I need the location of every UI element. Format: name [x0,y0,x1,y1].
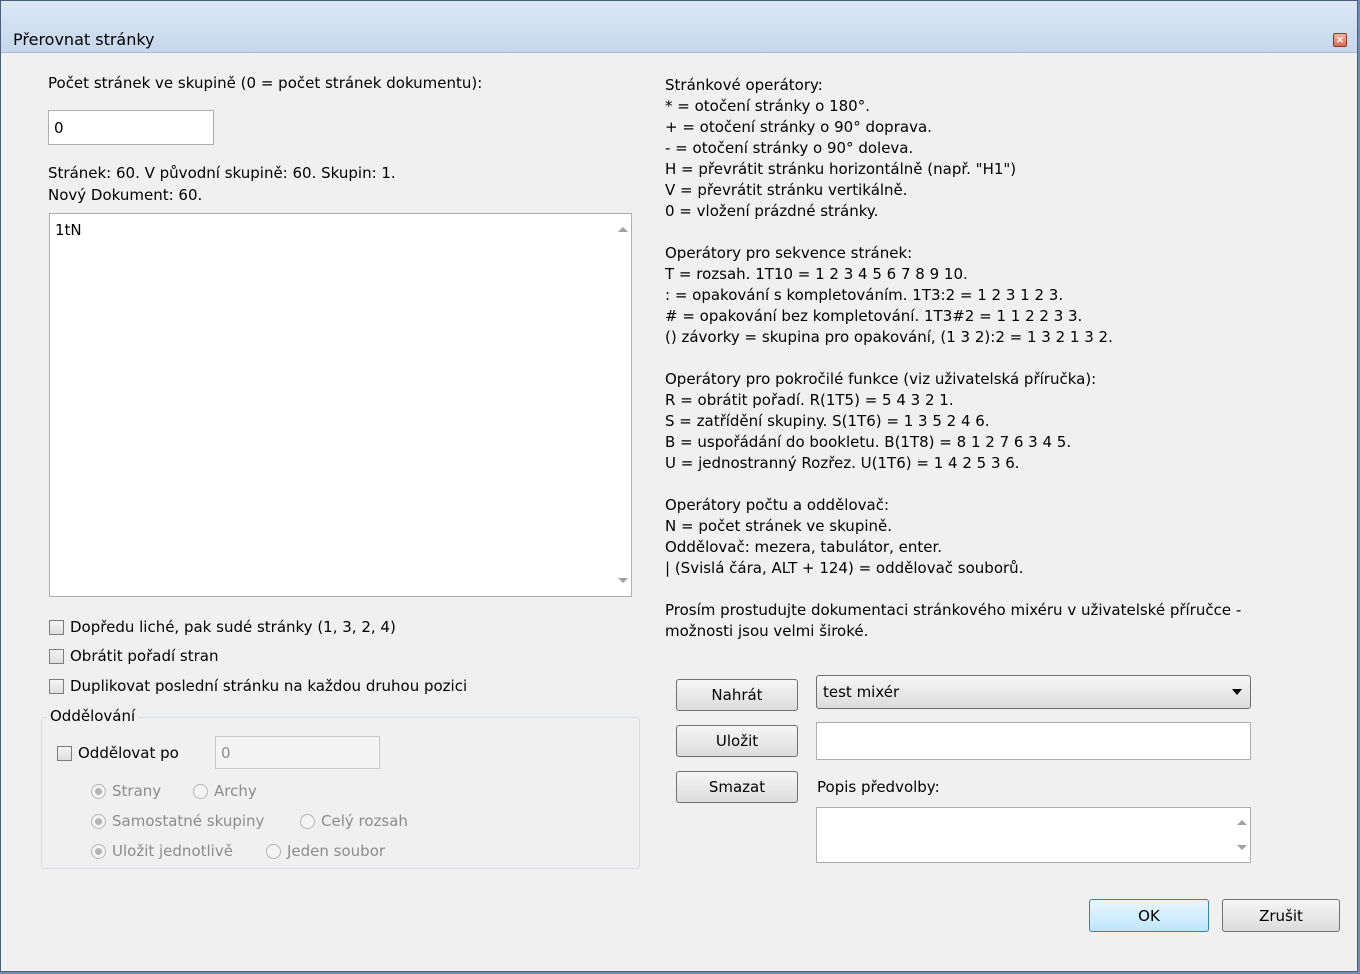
option-duplicate-last[interactable]: Duplikovat poslední stránku na každou dr… [49,677,467,695]
ok-button[interactable]: OK [1089,899,1209,932]
split-group-title: Oddělování [47,706,139,726]
scroll-up-icon[interactable] [1237,820,1247,825]
checkbox-duplicate-last[interactable] [49,678,64,694]
radio-pages[interactable]: Strany [91,782,161,800]
option-odd-then-even-label: Dopředu liché, pak sudé stránky (1, 3, 2… [70,618,396,636]
help-line: H = převrátit stránku horizontálně (např… [665,160,1017,178]
description-scrollbar[interactable] [1233,808,1250,862]
radio-whole-range-button[interactable] [300,813,315,829]
help-line: 0 = vložení prázdné stránky. [665,202,879,220]
help-line: - = otočení stránky o 90° doleva. [665,139,914,157]
stats-line-1: Stránek: 60. V původní skupině: 60. Skup… [48,164,396,182]
help-line: Oddělovač: mezera, tabulátor, enter. [665,538,943,556]
save-preset-button[interactable]: Uložit [676,725,798,757]
help-line: T = rozsah. 1T10 = 1 2 3 4 5 6 7 8 9 10. [665,265,968,283]
help-line: R = obrátit pořadí. R(1T5) = 5 4 3 2 1. [665,391,954,409]
dialog-title: Přerovnat stránky [13,30,155,49]
help-count-operators: Operátory počtu a oddělovač: N = počet s… [665,495,1241,579]
help-line: () závorky = skupina pro opakování, (1 3… [665,328,1113,346]
radio-whole-range-label: Celý rozsah [321,812,408,830]
help-line: S = zatřídění skupiny. S(1T6) = 1 3 5 2 … [665,412,990,430]
help-note-line-2: možnosti jsou velmi široké. [665,622,869,640]
help-line: Operátory počtu a oddělovač: [665,496,890,514]
preset-description-label: Popis předvolby: [817,778,940,796]
help-line: N = počet stránek ve skupině. [665,517,893,535]
help-line: V = převrátit stránku vertikálně. [665,181,908,199]
preset-select-value: test mixér [823,683,900,701]
scroll-up-icon[interactable] [618,227,628,232]
reorder-pages-dialog: Přerovnat stránky × Počet stránek ve sku… [0,0,1358,972]
help-line: Operátory pro pokročilé funkce (viz uživ… [665,370,1097,388]
option-odd-then-even[interactable]: Dopředu liché, pak sudé stránky (1, 3, 2… [49,618,396,636]
preset-name-input[interactable] [816,722,1251,760]
load-preset-button[interactable]: Nahrát [676,679,798,711]
option-reverse-order-label: Obrátit pořadí stran [70,647,219,665]
scroll-down-icon[interactable] [618,578,628,583]
split-after-option[interactable]: Oddělovat po [57,744,179,762]
help-line: * = otočení stránky o 180°. [665,97,870,115]
help-line: Operátory pro sekvence stránek: [665,244,913,262]
dialog-content: Počet stránek ve skupině (0 = počet strá… [11,55,1347,963]
checkbox-odd-then-even[interactable] [49,619,64,635]
radio-save-individually-label: Uložit jednotlivě [112,842,233,860]
cancel-button[interactable]: Zrušit [1222,899,1340,932]
close-icon[interactable]: × [1333,33,1347,47]
radio-pages-label: Strany [112,782,162,800]
help-line: : = opakování s kompletováním. 1T3:2 = 1… [665,286,1064,304]
radio-sheets[interactable]: Archy [193,782,257,800]
help-line: B = uspořádání do bookletu. B(1T8) = 8 1… [665,433,1072,451]
radio-sheets-label: Archy [214,782,257,800]
help-line: U = jednostranný Rozřez. U(1T6) = 1 4 2 … [665,454,1020,472]
radio-single-file-button[interactable] [266,843,281,859]
radio-sheets-button[interactable] [193,783,208,799]
checkbox-reverse-order[interactable] [49,648,64,664]
help-page-operators: Stránkové operátory: * = otočení stránky… [665,75,1241,222]
split-after-label: Oddělovat po [78,744,179,762]
radio-separate-groups[interactable]: Samostatné skupiny [91,812,264,830]
radio-save-individually[interactable]: Uložit jednotlivě [91,842,233,860]
help-line: | (Svislá čára, ALT + 124) = oddělovač s… [665,559,1024,577]
help-note-line-1: Prosím prostudujte dokumentaci stránkové… [665,601,1242,619]
split-after-input[interactable] [215,736,380,769]
stats-line-2: Nový Dokument: 60. [48,186,203,204]
title-bar: Přerovnat stránky × [1,1,1357,53]
help-note: Prosím prostudujte dokumentaci stránkové… [665,600,1241,642]
preset-description-textarea[interactable] [816,807,1251,863]
pages-per-group-input[interactable] [48,110,214,145]
radio-whole-range[interactable]: Celý rozsah [300,812,408,830]
option-duplicate-last-label: Duplikovat poslední stránku na každou dr… [70,677,468,695]
option-reverse-order[interactable]: Obrátit pořadí stran [49,647,218,665]
preset-select[interactable]: test mixér [816,675,1251,709]
radio-single-file[interactable]: Jeden soubor [266,842,385,860]
checkbox-split-after[interactable] [57,745,72,761]
help-advanced-operators: Operátory pro pokročilé funkce (viz uživ… [665,369,1241,474]
pages-per-group-label: Počet stránek ve skupině (0 = počet strá… [48,74,483,92]
sequence-scrollbar[interactable] [614,214,631,596]
operators-help: Stránkové operátory: * = otočení stránky… [665,75,1241,642]
scroll-down-icon[interactable] [1237,845,1247,850]
help-line: # = opakování bez kompletování. 1T3#2 = … [665,307,1083,325]
help-sequence-operators: Operátory pro sekvence stránek: T = rozs… [665,243,1241,348]
delete-preset-button[interactable]: Smazat [676,771,798,803]
help-line: Stránkové operátory: [665,76,823,94]
sequence-text: 1tN [55,221,82,239]
radio-pages-button[interactable] [91,783,106,799]
sequence-textarea[interactable]: 1tN [49,213,632,597]
help-line: + = otočení stránky o 90° doprava. [665,118,932,136]
radio-separate-groups-button[interactable] [91,813,106,829]
radio-separate-groups-label: Samostatné skupiny [112,812,265,830]
radio-save-individually-button[interactable] [91,843,106,859]
chevron-down-icon[interactable] [1232,689,1242,695]
radio-single-file-label: Jeden soubor [287,842,386,860]
